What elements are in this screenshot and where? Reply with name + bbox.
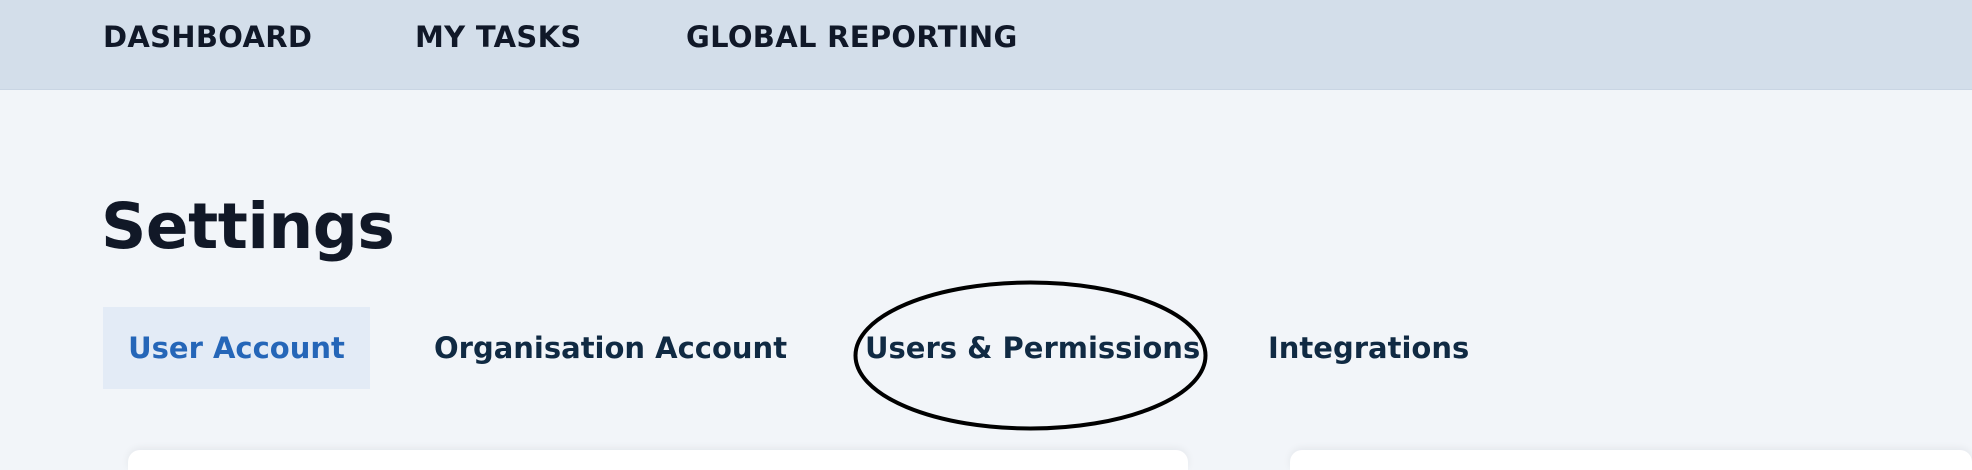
tab-integrations[interactable]: Integrations: [1268, 307, 1469, 389]
nav-item-my-tasks[interactable]: MY TASKS: [415, 20, 582, 54]
content-card: [128, 450, 1188, 470]
tab-users-permissions[interactable]: Users & Permissions: [865, 307, 1200, 389]
tab-organisation-account[interactable]: Organisation Account: [434, 307, 787, 389]
page-title: Settings: [101, 190, 395, 263]
content-card: [1290, 450, 1972, 470]
top-navigation: DASHBOARD MY TASKS GLOBAL REPORTING: [0, 0, 1972, 90]
nav-item-global-reporting[interactable]: GLOBAL REPORTING: [686, 20, 1018, 54]
nav-item-dashboard[interactable]: DASHBOARD: [103, 20, 312, 54]
tab-user-account[interactable]: User Account: [103, 307, 370, 389]
